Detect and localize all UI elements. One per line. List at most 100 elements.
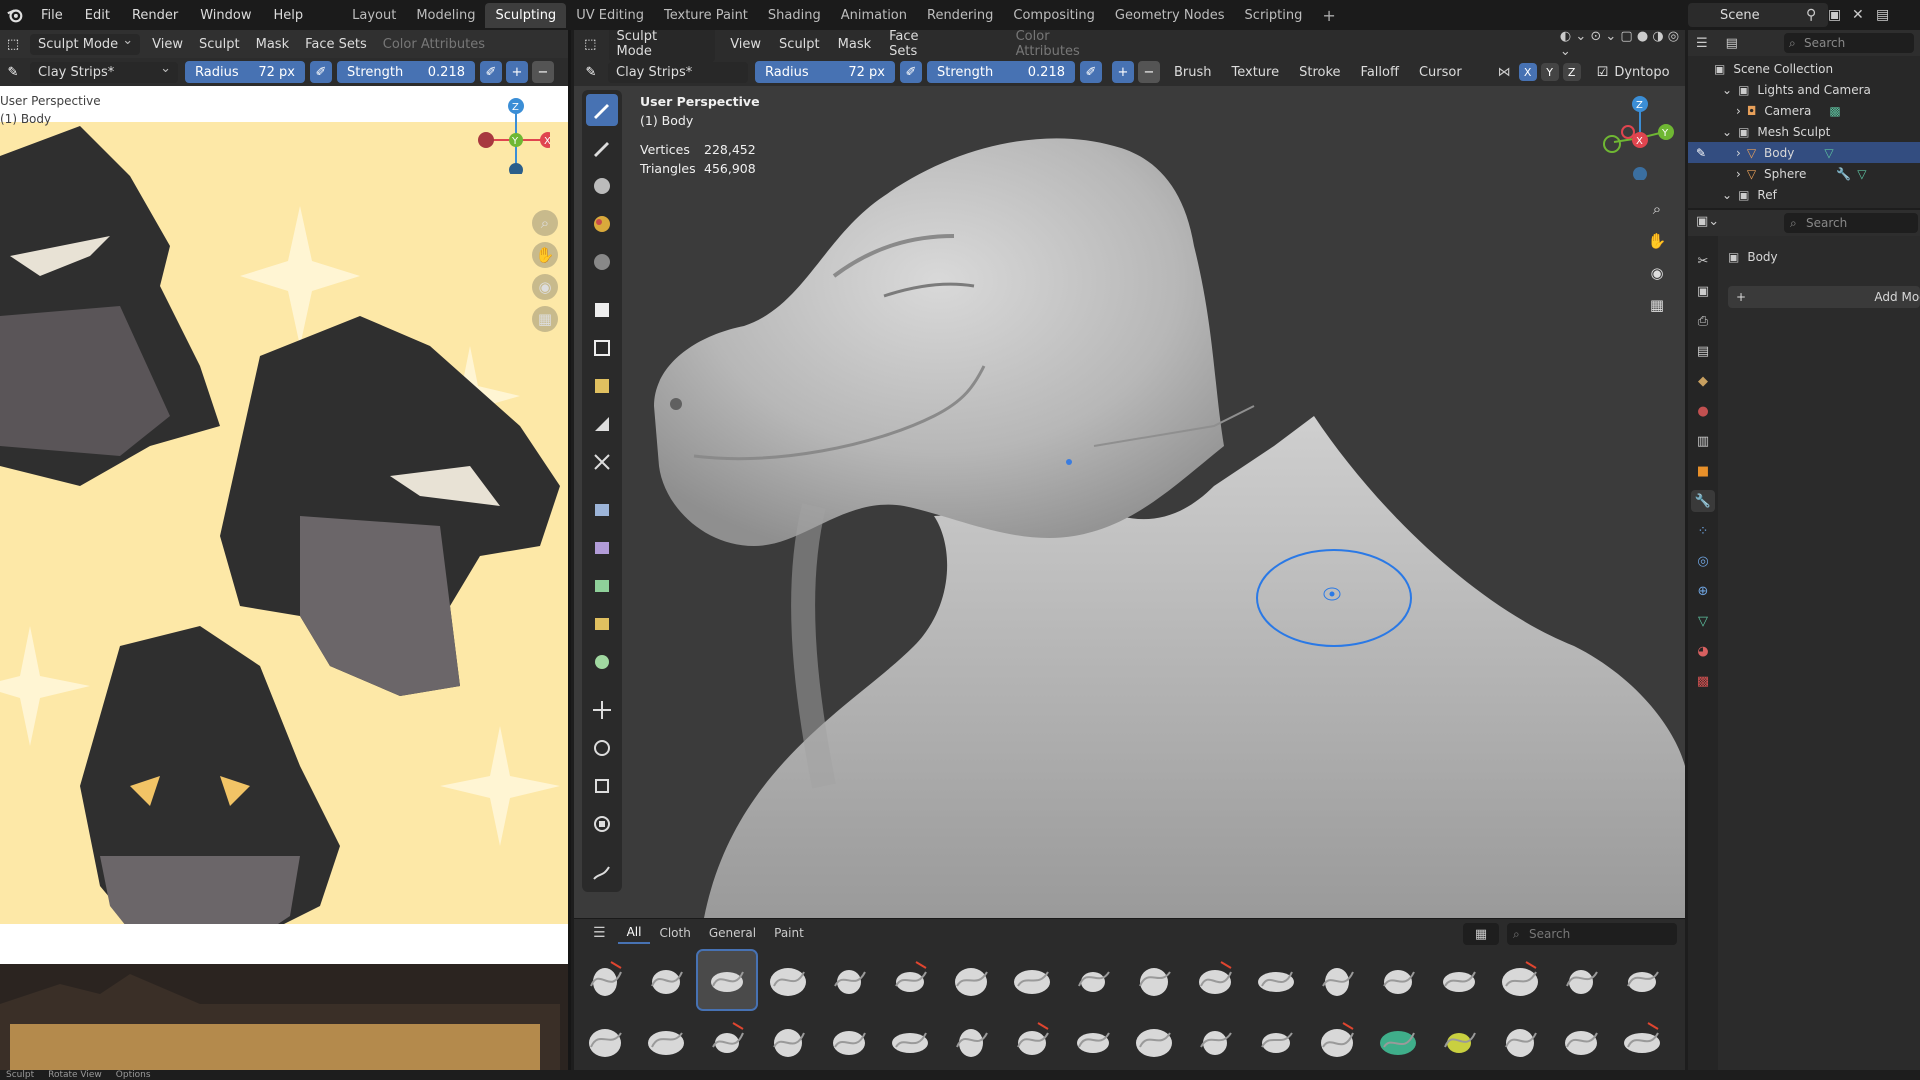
add-workspace-button[interactable]: + [1312, 1, 1345, 30]
vp-add-direction-icon[interactable]: + [1112, 61, 1134, 83]
brush-thumb-thumbnail[interactable] [637, 1012, 695, 1070]
scene-pin-icon[interactable]: ⚲ [1806, 3, 1816, 27]
brush-cloth-thumbnail[interactable] [820, 1012, 878, 1070]
brush-snake-hook-thumbnail[interactable] [576, 1012, 634, 1070]
viewport-axis-gizmo[interactable]: Z Y X [1594, 90, 1674, 180]
brush-clay-thumb-thumbnail[interactable] [759, 951, 817, 1009]
paint-tool-icon[interactable] [586, 208, 618, 240]
outliner-mesh-sculpt[interactable]: ⌄ ▣ Mesh Sculpt [1722, 121, 1830, 142]
tab-animation[interactable]: Animation [831, 3, 917, 28]
vp-zoom-icon[interactable]: ⌕ [1644, 196, 1670, 222]
left-axis-gizmo[interactable]: Z X Y [470, 94, 550, 174]
output-tab-icon[interactable]: ⎙ [1691, 310, 1715, 332]
physics-tab-icon[interactable]: ◎ [1691, 550, 1715, 572]
shelf-display-icon[interactable]: ▦ [1463, 923, 1499, 945]
box-trim-tool-icon[interactable] [586, 408, 618, 440]
shelf-tab-general[interactable]: General [700, 923, 765, 943]
brush-twist-thumbnail[interactable] [1247, 1012, 1305, 1070]
vp-color-attributes[interactable]: Color Attributes [956, 30, 1120, 59]
brush-pose-thumbnail[interactable] [698, 1012, 756, 1070]
brush-flatten-thumbnail[interactable] [1125, 951, 1183, 1009]
brush-smear-thumbnail[interactable] [1491, 1012, 1549, 1070]
face-set-tool-icon[interactable] [586, 370, 618, 402]
render-tab-icon[interactable]: ▣ [1691, 280, 1715, 302]
brush-clay-strips-thumbnail[interactable] [696, 949, 758, 1011]
brush-multiplane-thumbnail[interactable] [881, 1012, 939, 1070]
brush-fill-thumbnail[interactable] [1064, 951, 1122, 1009]
properties-editor-icon[interactable]: ▣⌄ [1696, 214, 1719, 229]
tab-shading[interactable]: Shading [758, 3, 831, 28]
draw-brush-tool-icon[interactable] [586, 94, 618, 126]
left-camera-icon[interactable]: ◉ [532, 274, 558, 300]
left-menu-view[interactable]: View [144, 37, 191, 52]
vp-symmetry-icon[interactable]: ⋈ [1478, 65, 1517, 80]
brush-multires-thumbnail[interactable] [942, 1012, 1000, 1070]
object-tab-icon[interactable]: ■ [1691, 460, 1715, 482]
vp-brush-menu[interactable]: Brush [1162, 65, 1228, 80]
shelf-search-input[interactable]: ⌕ Search [1507, 923, 1677, 945]
vp-ortho-grid-icon[interactable]: ▦ [1644, 292, 1670, 318]
left-menu-face-sets[interactable]: Face Sets [297, 37, 375, 52]
left-pan-icon[interactable]: ✋ [532, 242, 558, 268]
left-menu-sculpt[interactable]: Sculpt [191, 37, 248, 52]
left-radius-slider[interactable]: Radius 72 px [185, 61, 305, 83]
brush-smooth-thumbnail[interactable] [1613, 951, 1671, 1009]
box-mask-tool-icon[interactable] [586, 294, 618, 326]
material-tab-icon[interactable]: ◕ [1691, 640, 1715, 662]
vp-camera-icon[interactable]: ◉ [1644, 260, 1670, 286]
outliner-camera[interactable]: › ◘ Camera ▩ [1736, 100, 1841, 121]
rotate-tool-icon[interactable] [586, 732, 618, 764]
vp-cursor-menu[interactable]: Cursor [1415, 65, 1478, 80]
edit-mode-icon[interactable]: ✎ [1696, 146, 1706, 160]
brush-layer-thumbnail[interactable] [1308, 951, 1366, 1009]
box-hide-tool-icon[interactable] [586, 332, 618, 364]
disclosure-icon[interactable]: › [1736, 104, 1741, 118]
left-strength-pressure-icon[interactable]: ✐ [480, 61, 502, 83]
brush-paint-thumbnail[interactable] [1430, 1012, 1488, 1070]
cloth-filter-tool-icon[interactable] [586, 532, 618, 564]
vp-radius-slider[interactable]: Radius 72 px [755, 61, 895, 83]
tool-tab-icon[interactable]: ✂ [1691, 250, 1715, 272]
left-subtract-direction-icon[interactable]: − [532, 61, 554, 83]
line-project-tool-icon[interactable] [586, 446, 618, 478]
vp-axis-x-toggle[interactable]: X [1518, 63, 1537, 81]
mask-tool-icon[interactable] [586, 246, 618, 278]
shelf-tab-cloth[interactable]: Cloth [650, 923, 699, 943]
transform-tool-icon[interactable] [586, 808, 618, 840]
vp-menu-mask[interactable]: Mask [829, 37, 880, 52]
vp-radius-pressure-icon[interactable]: ✐ [900, 61, 922, 83]
add-modifier-button[interactable]: + Add Modifier [1728, 286, 1920, 308]
outliner-editor-icon[interactable]: ☰ [1696, 36, 1708, 51]
disclosure-icon[interactable]: ⌄ [1722, 125, 1732, 139]
brush-elastic-thumbnail[interactable] [1064, 1012, 1122, 1070]
outliner-ref[interactable]: ⌄ ▣ Ref [1722, 184, 1777, 205]
blender-logo-icon[interactable] [0, 0, 30, 30]
outliner-lights-and-camera[interactable]: ⌄ ▣ Lights and Camera [1722, 79, 1871, 100]
vp-menu-face-sets[interactable]: Face Sets [880, 30, 955, 59]
left-zoom-icon[interactable]: ⌕ [532, 210, 558, 236]
view-layer-icon[interactable]: ▤ [1876, 3, 1889, 27]
mode-dropdown[interactable]: Sculpt Mode [30, 33, 141, 55]
brush-draw-face-sets-thumbnail[interactable] [1003, 1012, 1061, 1070]
grab-tool-icon[interactable] [586, 170, 618, 202]
editor-type-icon[interactable]: ⬚ [2, 33, 24, 55]
new-scene-icon[interactable]: ▣ [1828, 3, 1841, 27]
properties-search-input[interactable]: ⌕ Search [1784, 213, 1918, 233]
menu-edit[interactable]: Edit [74, 8, 121, 23]
scene-tab-icon[interactable]: ◆ [1691, 370, 1715, 392]
vp-dyntopo-checkbox[interactable]: ☑ [1583, 65, 1613, 80]
world-tab-icon[interactable]: ● [1691, 400, 1715, 422]
brush-texture-thumbnail[interactable] [1613, 1012, 1671, 1070]
brush-density-thumbnail[interactable] [1552, 1012, 1610, 1070]
brush-mask-thumbnail[interactable] [1369, 1012, 1427, 1070]
mask-by-color-tool-icon[interactable] [586, 646, 618, 678]
color-filter-tool-icon[interactable] [586, 570, 618, 602]
tab-uv-editing[interactable]: UV Editing [566, 3, 654, 28]
sculpt-mesh[interactable] [574, 86, 1685, 918]
outliner-body[interactable]: ✎ › ▽ Body ▽ [1688, 142, 1920, 163]
brush-crease-sharp-thumbnail[interactable] [881, 951, 939, 1009]
tab-texture-paint[interactable]: Texture Paint [654, 3, 758, 28]
brush-clay-thumbnail[interactable] [637, 951, 695, 1009]
brush-draw-sharp-thumbnail[interactable] [1003, 951, 1061, 1009]
menu-render[interactable]: Render [121, 8, 189, 23]
